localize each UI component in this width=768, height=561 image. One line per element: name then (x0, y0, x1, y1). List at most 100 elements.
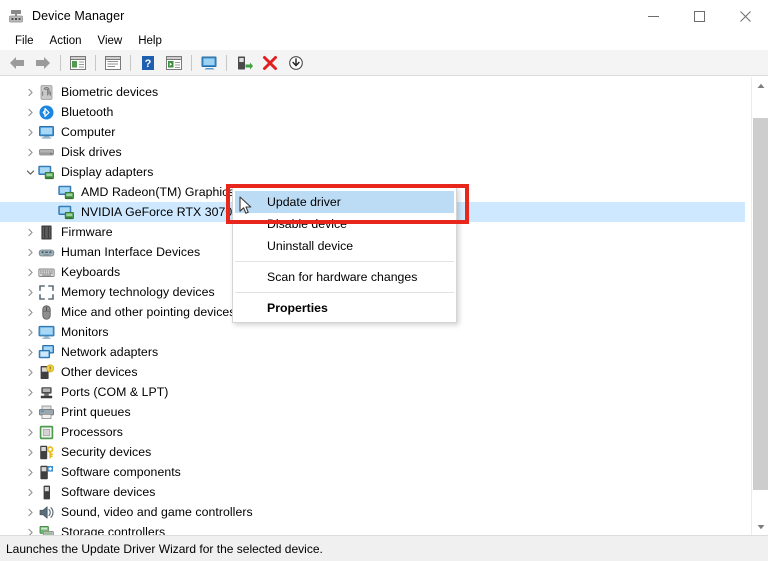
update-driver-icon[interactable] (197, 52, 221, 74)
toolbar-separator (60, 54, 61, 71)
tree-item-label: Other devices (61, 365, 138, 379)
tree-item-label: Software devices (61, 485, 156, 499)
context-menu-item[interactable]: Uninstall device (233, 235, 456, 257)
chevron-right-icon[interactable] (22, 462, 38, 482)
tree-item[interactable]: ! Other devices (0, 362, 745, 382)
properties-icon[interactable] (101, 52, 125, 74)
tree-item[interactable]: Network adapters (0, 342, 745, 362)
tree-item[interactable]: Processors (0, 422, 745, 442)
tree-item-label: Print queues (61, 405, 131, 419)
chevron-right-icon[interactable] (22, 422, 38, 442)
tree-item-label: Software components (61, 465, 181, 479)
display-adapter-icon (58, 204, 75, 221)
bluetooth-icon (38, 104, 55, 121)
device-manager-icon (8, 8, 24, 24)
close-button[interactable] (722, 0, 768, 32)
monitor-icon (38, 324, 55, 341)
chevron-right-icon[interactable] (22, 402, 38, 422)
chevron-right-icon[interactable] (22, 502, 38, 522)
toolbar-separator (191, 54, 192, 71)
mouse-icon (38, 304, 55, 321)
chevron-right-icon[interactable] (22, 102, 38, 122)
toolbar-separator (130, 54, 131, 71)
tree-item-label: Ports (COM & LPT) (61, 385, 169, 399)
context-menu-item[interactable]: Scan for hardware changes (233, 266, 456, 288)
toolbar: ? (0, 50, 768, 76)
chevron-right-icon[interactable] (22, 522, 38, 535)
uninstall-device-icon[interactable] (258, 52, 282, 74)
chevron-down-icon[interactable] (22, 162, 38, 182)
help-icon[interactable]: ? (136, 52, 160, 74)
other-device-icon: ! (38, 363, 55, 381)
tree-item[interactable]: Sound, video and game controllers (0, 502, 745, 522)
tree-item[interactable]: Software devices (0, 482, 745, 502)
minimize-button[interactable] (630, 0, 676, 32)
menu-file[interactable]: File (8, 34, 43, 48)
chevron-right-icon[interactable] (22, 222, 38, 242)
svg-text:?: ? (145, 58, 152, 70)
tree-item[interactable]: Monitors (0, 322, 745, 342)
chevron-right-icon[interactable] (22, 122, 38, 142)
chevron-right-icon[interactable] (22, 322, 38, 342)
vertical-scrollbar[interactable] (751, 77, 768, 535)
menu-view[interactable]: View (91, 34, 132, 48)
chevron-right-icon[interactable] (22, 382, 38, 402)
chevron-right-icon[interactable] (22, 282, 38, 302)
tree-item-label: Computer (61, 125, 116, 139)
context-menu-item[interactable]: Update driver (235, 191, 454, 213)
tree-item[interactable]: Disk drives (0, 142, 745, 162)
install-legacy-hardware-icon[interactable] (284, 52, 308, 74)
back-arrow-icon[interactable] (5, 52, 29, 74)
tree-item-label: Firmware (61, 225, 113, 239)
software-device-icon (38, 484, 55, 501)
tree-item[interactable]: Biometric devices (0, 82, 745, 102)
tree-item-label: AMD Radeon(TM) Graphics (81, 185, 235, 199)
computer-icon (38, 124, 55, 141)
fingerprint-icon (38, 84, 55, 101)
forward-arrow-icon[interactable] (31, 52, 55, 74)
chevron-right-icon[interactable] (22, 342, 38, 362)
chevron-right-icon[interactable] (22, 302, 38, 322)
context-menu-item[interactable]: Properties (233, 297, 456, 319)
chevron-right-icon[interactable] (22, 442, 38, 462)
tree-item[interactable]: Print queues (0, 402, 745, 422)
disk-drive-icon (38, 144, 55, 161)
context-menu[interactable]: Update driver Disable device Uninstall dev… (232, 187, 457, 323)
chevron-right-icon[interactable] (22, 482, 38, 502)
tree-item[interactable]: Software components (0, 462, 745, 482)
tree-item-label: Human Interface Devices (61, 245, 201, 259)
context-menu-item[interactable]: Disable device (233, 213, 456, 235)
menu-action[interactable]: Action (43, 34, 91, 48)
scrollbar-track[interactable] (752, 94, 768, 518)
tree-item-label: Processors (61, 425, 124, 439)
maximize-button[interactable] (676, 0, 722, 32)
title-bar: Device Manager (0, 0, 768, 32)
port-icon (38, 384, 55, 401)
tree-item[interactable]: Display adapters (0, 162, 745, 182)
chevron-right-icon[interactable] (22, 262, 38, 282)
window-controls (630, 0, 768, 32)
scrollbar-thumb[interactable] (753, 118, 768, 490)
show-hide-console-tree-icon[interactable] (66, 52, 90, 74)
chevron-right-icon[interactable] (22, 362, 38, 382)
chevron-right-icon[interactable] (22, 82, 38, 102)
enable-device-icon[interactable] (232, 52, 256, 74)
chevron-right-icon[interactable] (22, 242, 38, 262)
keyboard-icon (38, 264, 55, 281)
memory-icon (38, 284, 55, 301)
scan-hardware-icon[interactable] (162, 52, 186, 74)
tree-item[interactable]: Ports (COM & LPT) (0, 382, 745, 402)
tree-item[interactable]: Storage controllers (0, 522, 745, 535)
scroll-down-arrow-icon[interactable] (752, 518, 768, 535)
chevron-right-icon[interactable] (22, 142, 38, 162)
security-device-icon (38, 444, 55, 461)
status-bar-text: Launches the Update Driver Wizard for th… (6, 541, 323, 556)
tree-item[interactable]: Security devices (0, 442, 745, 462)
tree-item-label: Sound, video and game controllers (61, 505, 253, 519)
scroll-up-arrow-icon[interactable] (752, 77, 768, 94)
tree-item[interactable]: Computer (0, 122, 745, 142)
firmware-icon (38, 224, 55, 241)
context-menu-separator (235, 292, 454, 293)
menu-help[interactable]: Help (131, 34, 171, 48)
tree-item[interactable]: Bluetooth (0, 102, 745, 122)
